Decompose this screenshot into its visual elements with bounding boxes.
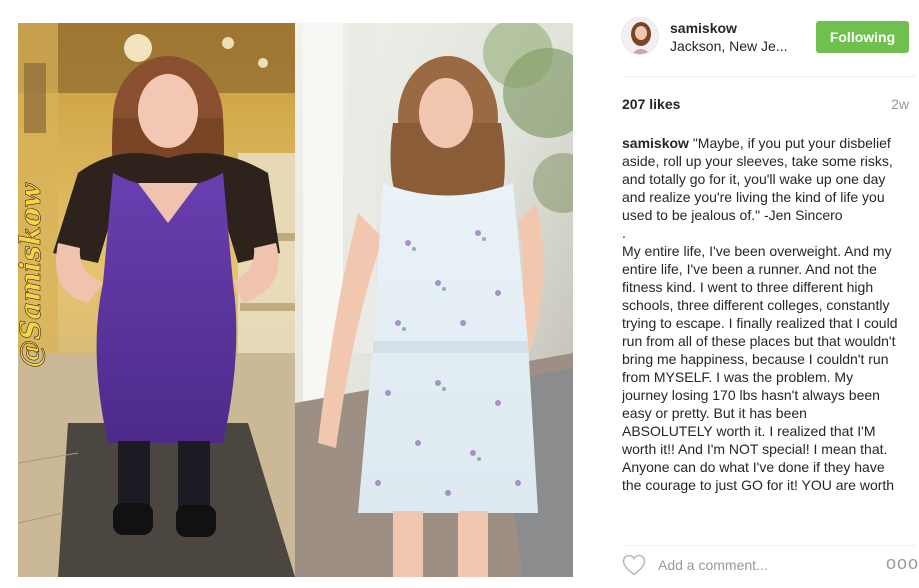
before-after-image: @Samiskow	[18, 23, 573, 577]
caption-body: My entire life, I've been overweight. An…	[622, 243, 898, 493]
following-button[interactable]: Following	[816, 21, 909, 53]
username[interactable]: samiskow	[670, 20, 737, 36]
comment-row: ooo	[622, 552, 918, 578]
location[interactable]: Jackson, New Je...	[670, 38, 788, 54]
comment-input[interactable]	[658, 555, 868, 575]
caption-username[interactable]: samiskow	[622, 135, 689, 151]
after-photo	[295, 23, 573, 577]
post-side-panel: samiskow Jackson, New Je... Following 20…	[604, 0, 919, 588]
more-options-icon[interactable]: ooo	[886, 554, 918, 574]
caption-quote-paragraph: samiskow "Maybe, if you put your disbeli…	[622, 134, 900, 224]
watermark: @Samiskow	[18, 183, 47, 368]
before-photo: @Samiskow	[18, 23, 295, 577]
divider	[622, 545, 915, 546]
caption-scrollbar[interactable]	[905, 134, 908, 530]
post-age[interactable]: 2w	[891, 96, 909, 112]
post-photo[interactable]: @Samiskow	[18, 23, 573, 577]
likes-count[interactable]: 207 likes	[622, 96, 680, 112]
divider	[622, 76, 915, 77]
heart-icon[interactable]	[622, 554, 646, 576]
post-stats: 207 likes 2w	[622, 96, 909, 116]
avatar[interactable]	[621, 17, 659, 55]
caption: samiskow "Maybe, if you put your disbeli…	[622, 134, 900, 530]
post-header: samiskow Jackson, New Je... Following	[604, 14, 915, 64]
caption-separator: .	[622, 225, 626, 241]
